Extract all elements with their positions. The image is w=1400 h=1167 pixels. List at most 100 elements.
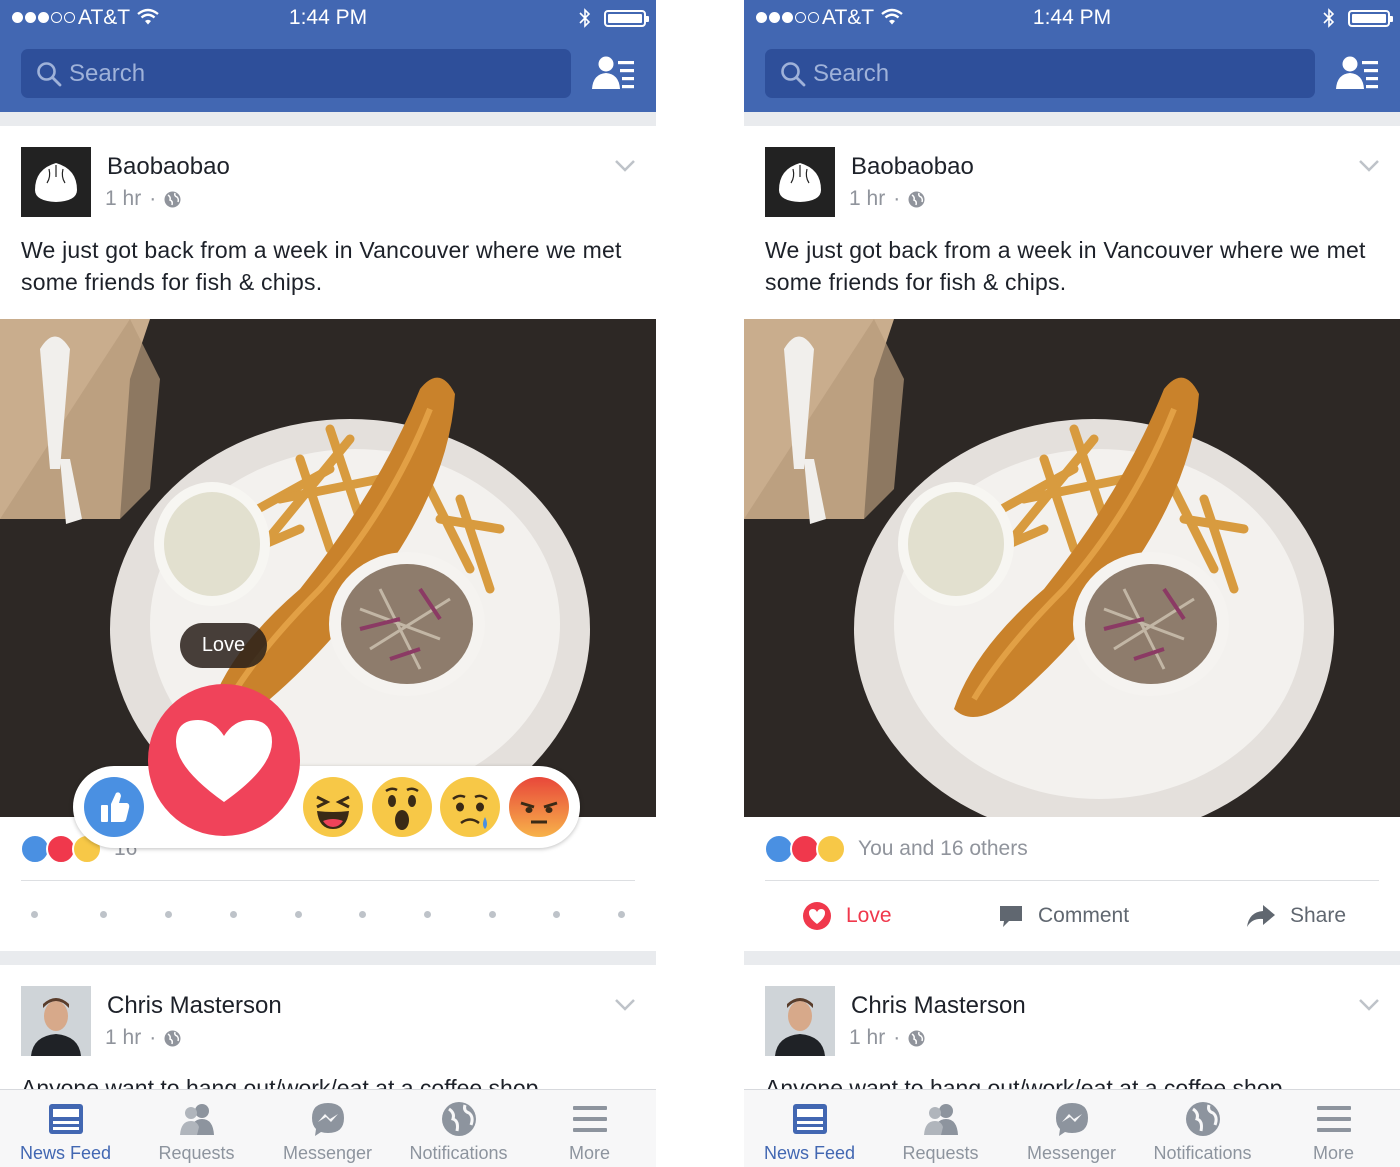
menu-icon: [573, 1106, 607, 1132]
haha-reaction-button[interactable]: [303, 777, 363, 837]
search-icon: [781, 62, 806, 87]
reaction-summary[interactable]: You and 16 others: [764, 834, 1028, 864]
page-avatar[interactable]: [21, 147, 91, 217]
post-meta: 1 hr ·: [849, 187, 925, 211]
love-reaction-button[interactable]: [148, 684, 300, 836]
tab-label: More: [568, 1143, 610, 1163]
tab-label: More: [1312, 1143, 1354, 1163]
tab-requests[interactable]: Requests: [875, 1090, 1006, 1167]
tab-messenger[interactable]: Messenger: [262, 1090, 393, 1167]
globe-icon: [1186, 1102, 1220, 1136]
post-time[interactable]: 1 hr: [849, 1026, 885, 1050]
page-avatar[interactable]: [765, 147, 835, 217]
post-action-bar: Love Comment Share: [744, 894, 1400, 938]
navigation-bar: AT&T 1:44 PM Search: [0, 0, 656, 112]
post-meta: 1 hr ·: [105, 1026, 181, 1050]
tab-notifications[interactable]: Notifications: [1137, 1090, 1268, 1167]
status-bar: AT&T 1:44 PM: [0, 0, 656, 36]
post-time[interactable]: 1 hr: [105, 187, 141, 211]
chevron-down-icon[interactable]: [614, 998, 636, 1012]
user-avatar[interactable]: [765, 986, 835, 1056]
post-author[interactable]: Baobaobao: [851, 153, 974, 181]
search-icon: [37, 62, 62, 87]
love-label: Love: [846, 904, 892, 927]
tab-label: News Feed: [763, 1143, 856, 1163]
post-photo[interactable]: [744, 319, 1400, 817]
tab-label: Notifications: [409, 1143, 508, 1163]
tab-messenger[interactable]: Messenger: [1006, 1090, 1137, 1167]
post-card-2: Chris Masterson 1 hr · Anyone want to ha…: [0, 965, 656, 1095]
love-button[interactable]: Love: [802, 894, 892, 938]
news-feed-icon: [793, 1104, 827, 1134]
chevron-down-icon[interactable]: [1358, 159, 1380, 173]
tab-label: News Feed: [19, 1143, 112, 1163]
tab-label: Messenger: [282, 1143, 373, 1163]
tab-bar: News Feed Requests Messenger Notificatio…: [744, 1089, 1400, 1167]
post-card: Baobaobao 1 hr · We just got back from a…: [744, 126, 1400, 951]
tab-label: Requests: [158, 1143, 235, 1163]
meta-separator: ·: [149, 187, 157, 210]
search-placeholder: Search: [69, 60, 146, 87]
search-input[interactable]: Search: [765, 49, 1315, 98]
tab-label: Messenger: [1026, 1143, 1117, 1163]
globe-icon: [442, 1102, 476, 1136]
reaction-summary-text: You and 16 others: [858, 837, 1028, 860]
clock: 1:44 PM: [288, 6, 368, 29]
meta-separator: ·: [893, 1026, 901, 1049]
clock: 1:44 PM: [1032, 6, 1112, 29]
like-reaction-button[interactable]: [84, 777, 144, 837]
friend-list-icon[interactable]: [1336, 55, 1380, 91]
divider: [765, 880, 1379, 881]
share-button[interactable]: Share: [1246, 894, 1346, 938]
battery-icon: [604, 10, 649, 27]
post-author[interactable]: Chris Masterson: [851, 992, 1026, 1020]
meta-separator: ·: [893, 187, 901, 210]
messenger-icon: [1056, 1103, 1088, 1136]
user-avatar[interactable]: [21, 986, 91, 1056]
search-input[interactable]: Search: [21, 49, 571, 98]
tab-label: Notifications: [1153, 1143, 1252, 1163]
post-author[interactable]: Chris Masterson: [107, 992, 282, 1020]
public-globe-icon: [908, 191, 925, 207]
chevron-down-icon[interactable]: [614, 159, 636, 173]
post-card-2: Chris Masterson 1 hr · Anyone want to ha…: [744, 965, 1400, 1095]
post-text: We just got back from a week in Vancouve…: [765, 237, 1366, 295]
phone-screen-reacted: AT&T 1:44 PM Search Baobaobao 1 hr · We …: [744, 0, 1400, 1167]
tab-more[interactable]: More: [1268, 1090, 1399, 1167]
comment-label: Comment: [1038, 904, 1130, 927]
battery-icon: [1348, 10, 1393, 27]
bluetooth-icon: [579, 8, 591, 28]
menu-icon: [1317, 1106, 1351, 1132]
divider: [21, 880, 635, 881]
tab-more[interactable]: More: [524, 1090, 655, 1167]
chevron-down-icon[interactable]: [1358, 998, 1380, 1012]
search-placeholder: Search: [813, 60, 890, 87]
post-meta: 1 hr ·: [105, 187, 181, 211]
sad-reaction-button[interactable]: [440, 777, 500, 837]
public-globe-icon: [164, 191, 181, 207]
friend-list-icon[interactable]: [592, 55, 636, 91]
love-icon: [803, 902, 831, 930]
bluetooth-icon: [1323, 8, 1335, 28]
messenger-icon: [312, 1103, 344, 1136]
tab-news-feed[interactable]: News Feed: [744, 1090, 875, 1167]
comment-icon: [1000, 906, 1022, 927]
post-time[interactable]: 1 hr: [849, 187, 885, 211]
post-time[interactable]: 1 hr: [105, 1026, 141, 1050]
comment-button[interactable]: Comment: [998, 894, 1129, 938]
tab-requests[interactable]: Requests: [131, 1090, 262, 1167]
status-bar: AT&T 1:44 PM: [744, 0, 1400, 36]
requests-icon: [924, 1104, 958, 1135]
wow-reaction-button[interactable]: [372, 777, 432, 837]
tab-label: Requests: [902, 1143, 979, 1163]
post-author[interactable]: Baobaobao: [107, 153, 230, 181]
navigation-bar: AT&T 1:44 PM Search: [744, 0, 1400, 112]
post-photo[interactable]: [0, 319, 656, 817]
share-icon: [1247, 905, 1275, 927]
angry-reaction-button[interactable]: [509, 777, 569, 837]
tab-news-feed[interactable]: News Feed: [0, 1090, 131, 1167]
public-globe-icon: [908, 1030, 925, 1046]
tab-notifications[interactable]: Notifications: [393, 1090, 524, 1167]
public-globe-icon: [164, 1030, 181, 1046]
post-text: We just got back from a week in Vancouve…: [21, 237, 622, 295]
